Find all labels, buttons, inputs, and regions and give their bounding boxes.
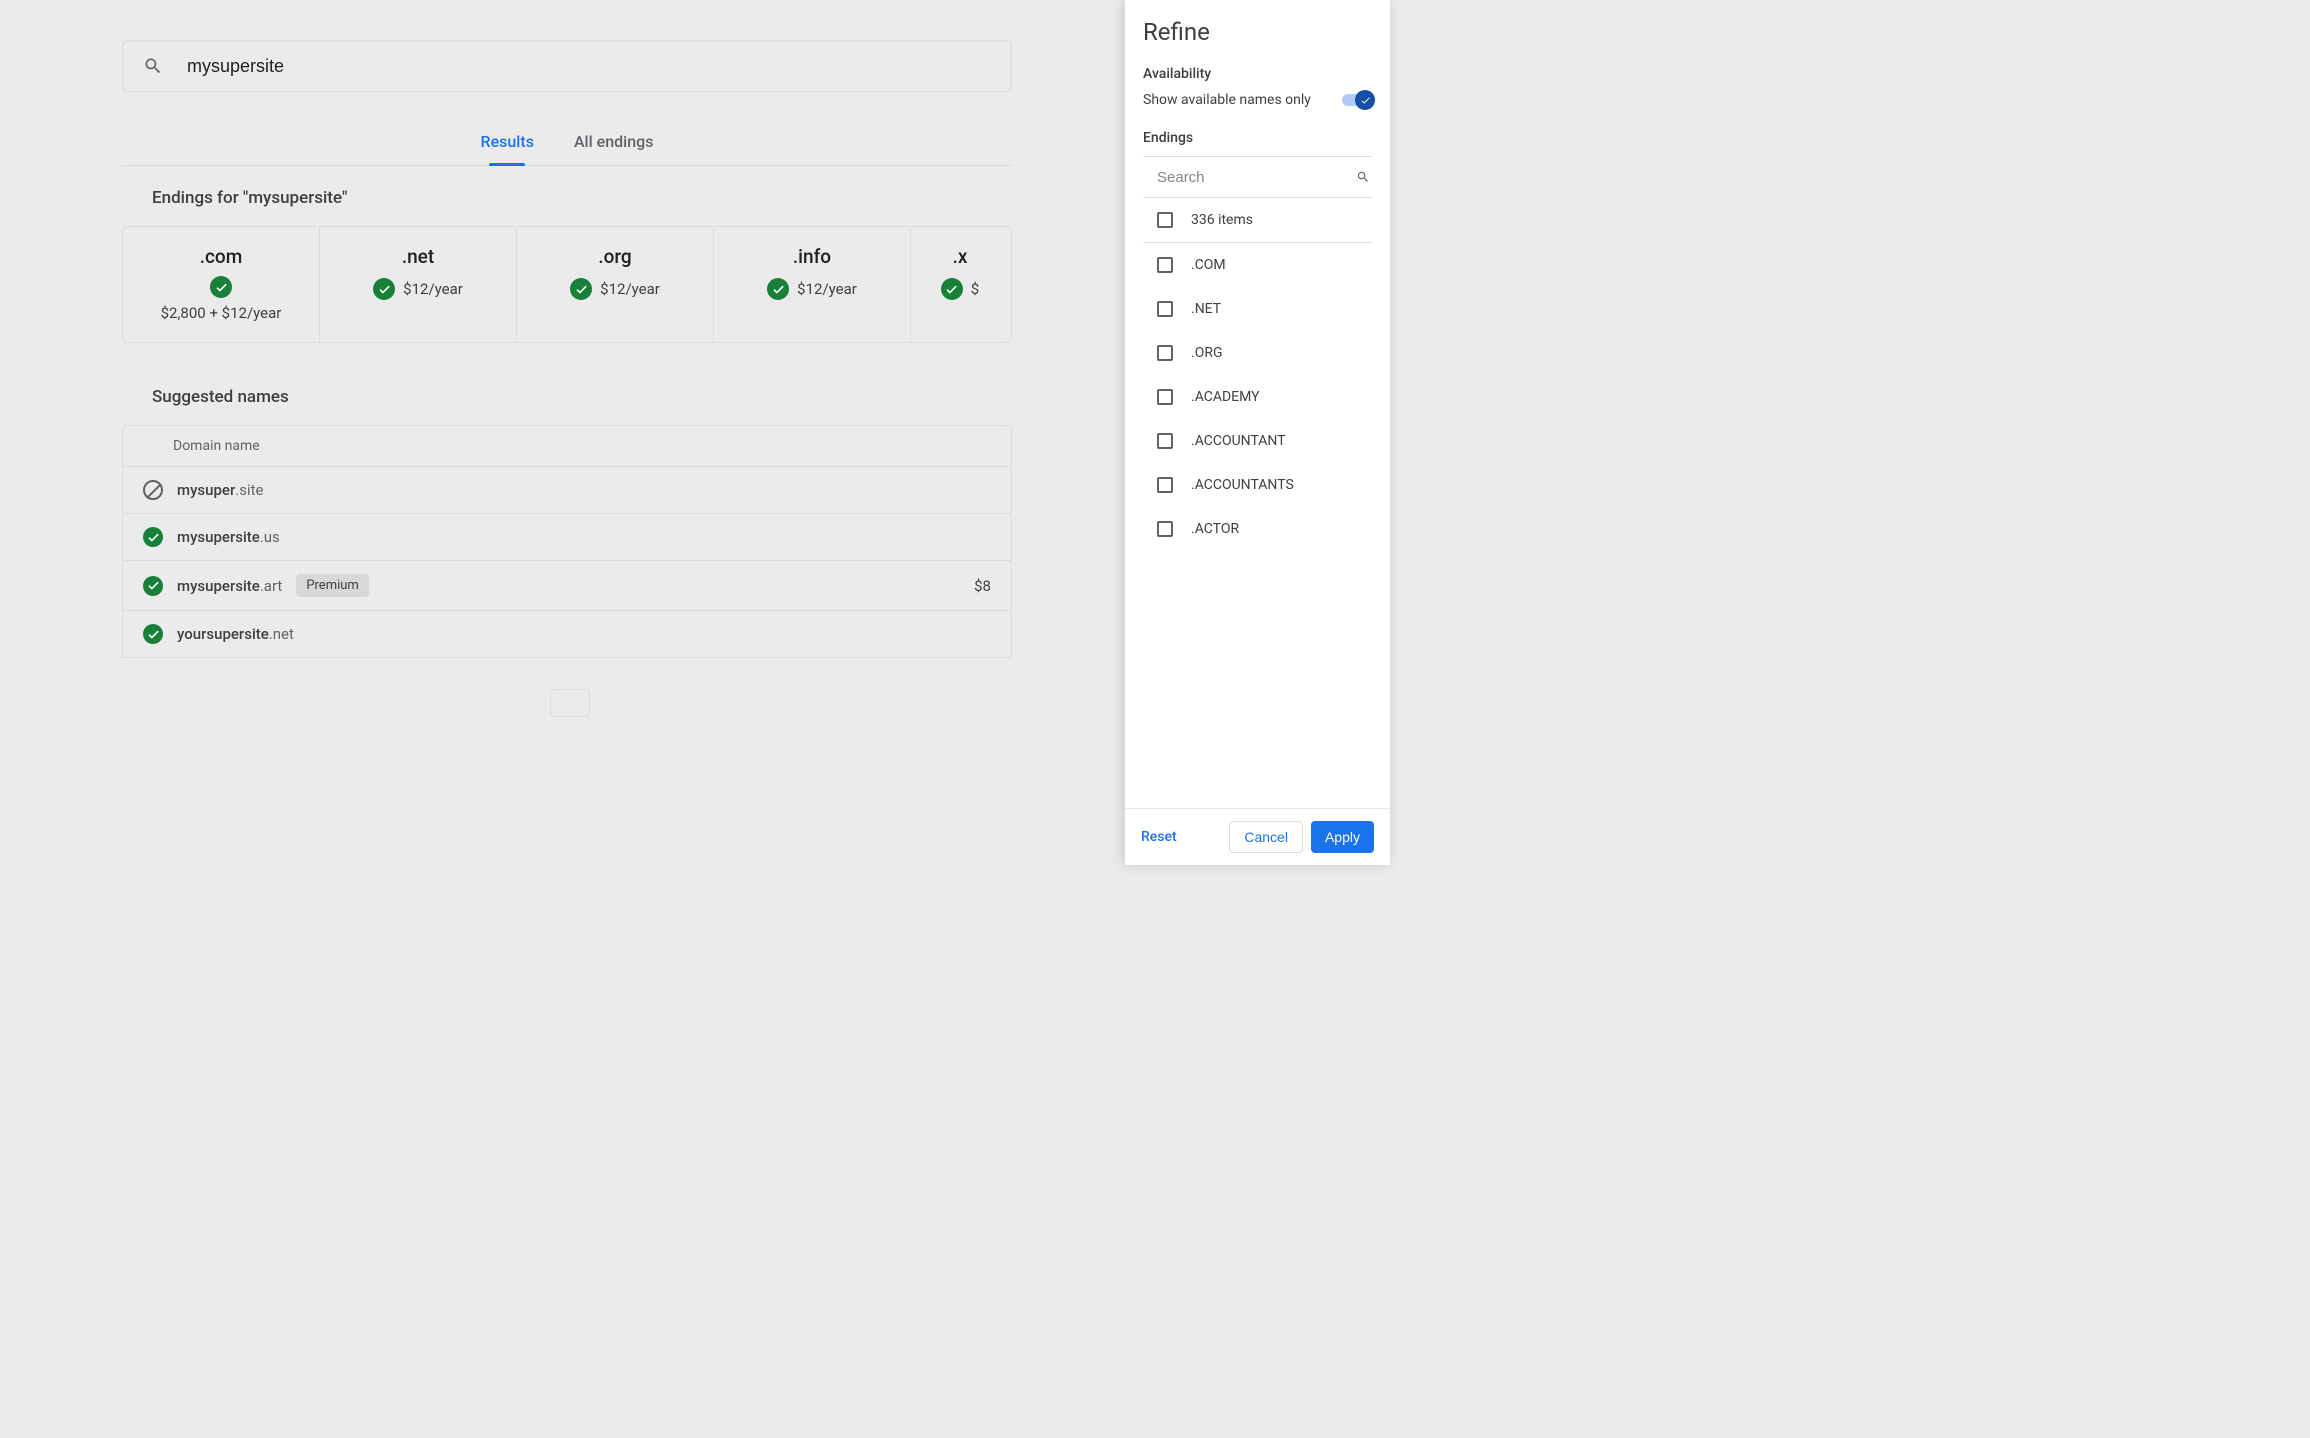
endings-search-row <box>1143 156 1372 198</box>
toggle-row: Show available names only <box>1143 92 1372 108</box>
check-icon <box>143 624 163 644</box>
availability-toggle[interactable] <box>1342 94 1372 106</box>
toggle-text: Show available names only <box>1143 92 1311 108</box>
ending-filter-item[interactable]: .NET <box>1143 287 1372 331</box>
endings-select-all[interactable]: 336 items <box>1143 198 1372 243</box>
checkbox[interactable] <box>1157 433 1173 449</box>
table-row[interactable]: mysupersite.art Premium $8 <box>123 561 1011 611</box>
tabs-row: Results All endings <box>122 118 1012 166</box>
ending-filter-label: .ACCOUNTANTS <box>1191 477 1294 493</box>
ending-price: $2,800 + $12/year <box>161 304 282 322</box>
domain-name: yoursupersite.net <box>177 625 294 643</box>
ending-filter-item[interactable]: .COM <box>1143 243 1372 287</box>
refine-footer: Reset Cancel Apply <box>1125 808 1390 865</box>
ending-filter-item[interactable]: .ORG <box>1143 331 1372 375</box>
ending-filter-label: .ACTOR <box>1191 521 1239 537</box>
ending-filter-item[interactable]: .ACCOUNTANT <box>1143 419 1372 463</box>
checkbox[interactable] <box>1157 301 1173 317</box>
search-bar[interactable] <box>122 40 1012 92</box>
endings-grid: .com $2,800 + $12/year .net $12/year .org $12… <box>122 226 1012 343</box>
endings-search-input[interactable] <box>1143 169 1356 186</box>
endings-label: Endings <box>1143 130 1372 146</box>
checkbox[interactable] <box>1157 257 1173 273</box>
search-icon <box>1356 167 1370 187</box>
apply-button[interactable]: Apply <box>1311 821 1374 853</box>
check-icon <box>373 278 395 300</box>
checkbox[interactable] <box>1157 345 1173 361</box>
ending-card[interactable]: .info $12/year <box>714 227 911 342</box>
check-icon <box>143 527 163 547</box>
ending-price: $12/year <box>600 280 660 298</box>
ending-tld: .info <box>793 245 831 268</box>
tab-all-endings[interactable]: All endings <box>554 118 674 165</box>
domain-name: mysupersite.us <box>177 528 280 546</box>
domain-name: mysuper.site <box>177 481 263 499</box>
ending-filter-label: .ACCOUNTANT <box>1191 433 1286 449</box>
ending-card[interactable]: .com $2,800 + $12/year <box>123 227 320 342</box>
ending-filter-label: .ORG <box>1191 345 1223 361</box>
ending-tld: .org <box>598 245 631 268</box>
domain-name: mysupersite.art <box>177 577 282 595</box>
refine-panel: Refine Availability Show available names… <box>1125 0 1390 865</box>
table-row[interactable]: yoursupersite.net <box>123 611 1011 657</box>
ending-filter-label: .ACADEMY <box>1191 389 1260 405</box>
ending-filter-item[interactable]: .ACTOR <box>1143 507 1372 551</box>
unavailable-icon <box>143 480 163 500</box>
ending-price: $12/year <box>403 280 463 298</box>
table-header: Domain name <box>123 426 1011 467</box>
ending-filter-label: .COM <box>1191 257 1226 273</box>
row-price: $8 <box>974 577 991 595</box>
cancel-button[interactable]: Cancel <box>1229 821 1303 853</box>
search-container <box>122 40 1012 92</box>
refine-button-stub[interactable] <box>550 689 590 717</box>
tab-results[interactable]: Results <box>461 118 554 165</box>
ending-filter-label: .NET <box>1191 301 1221 317</box>
table-row[interactable]: mysuper.site <box>123 467 1011 514</box>
check-icon <box>210 276 232 298</box>
ending-card[interactable]: .net $12/year <box>320 227 517 342</box>
ending-filter-item[interactable]: .ACCOUNTANTS <box>1143 463 1372 507</box>
reset-link[interactable]: Reset <box>1141 829 1177 845</box>
ending-card[interactable]: .x$ <box>911 227 1009 342</box>
ending-tld: .x <box>953 245 968 268</box>
endings-list: 336 items .COM .NET .ORG .ACADEMY .ACCOUNTAN… <box>1143 198 1372 551</box>
items-count: 336 items <box>1191 212 1253 228</box>
table-row[interactable]: mysupersite.us <box>123 514 1011 561</box>
checkbox[interactable] <box>1157 521 1173 537</box>
checkbox[interactable] <box>1157 389 1173 405</box>
results-table: Domain name mysuper.site mysupersite.us my… <box>122 425 1012 658</box>
refine-title: Refine <box>1143 18 1372 46</box>
checkbox[interactable] <box>1157 477 1173 493</box>
ending-tld: .com <box>200 245 243 268</box>
ending-price: $12/year <box>797 280 857 298</box>
ending-tld: .net <box>402 245 434 268</box>
ending-card[interactable]: .org $12/year <box>517 227 714 342</box>
check-icon <box>767 278 789 300</box>
check-icon <box>1360 95 1371 106</box>
premium-badge: Premium <box>296 574 369 597</box>
check-icon <box>570 278 592 300</box>
availability-label: Availability <box>1143 66 1372 82</box>
check-icon <box>143 576 163 596</box>
check-icon <box>941 278 963 300</box>
ending-filter-item[interactable]: .ACADEMY <box>1143 375 1372 419</box>
search-icon <box>143 56 163 76</box>
toggle-knob <box>1355 90 1375 110</box>
ending-price: $ <box>971 280 979 298</box>
checkbox[interactable] <box>1157 212 1173 228</box>
search-input[interactable] <box>187 56 991 77</box>
